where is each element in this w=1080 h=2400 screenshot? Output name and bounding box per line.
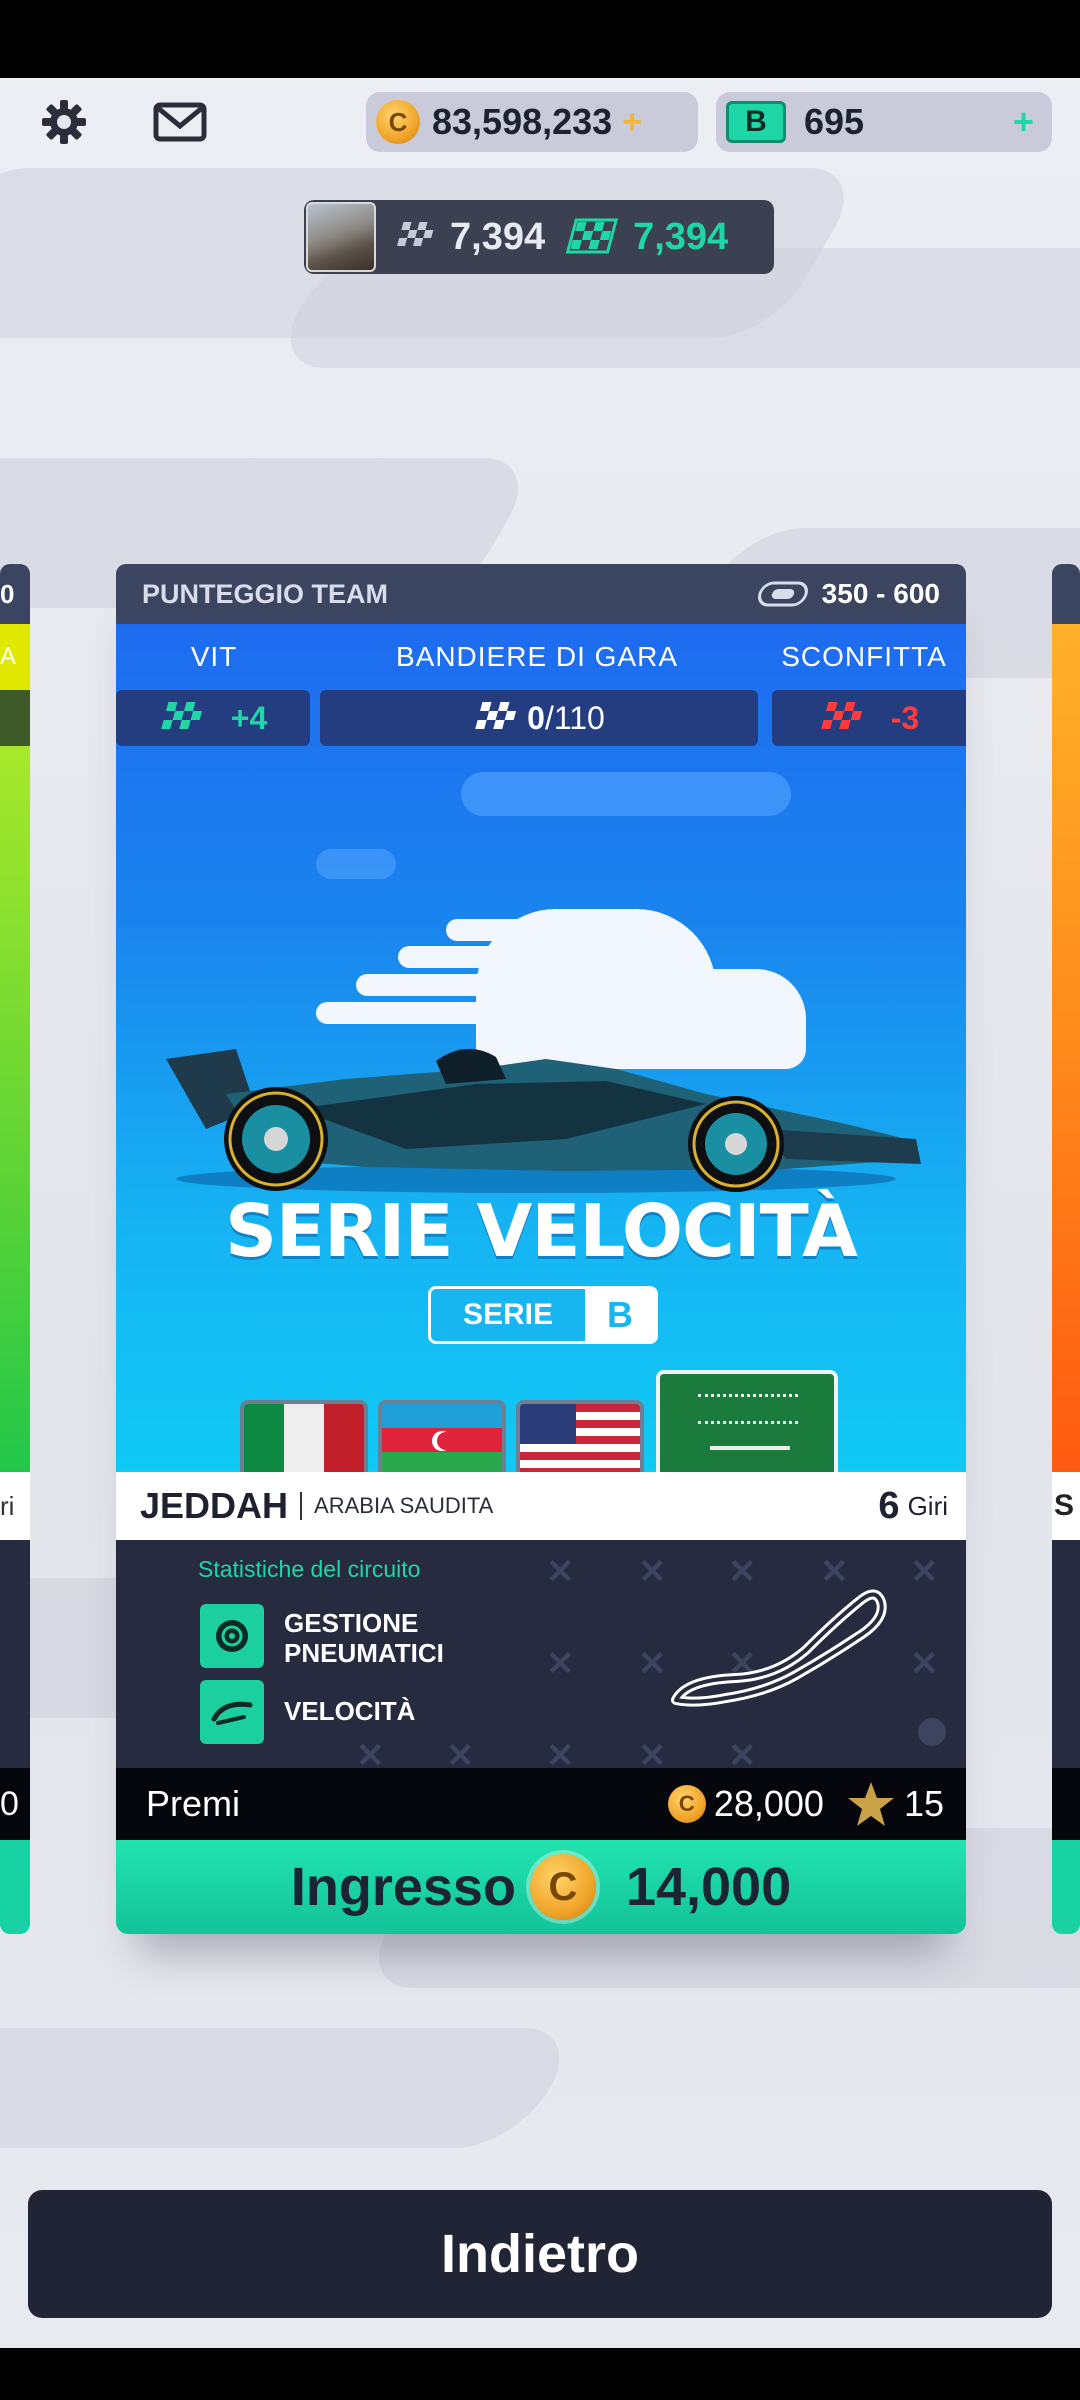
left-card-prize: 0 bbox=[0, 1768, 30, 1840]
win-label: VIT bbox=[190, 641, 238, 672]
stat-tyre-management: GESTIONE PNEUMATICI bbox=[284, 1608, 444, 1668]
entry-cost: 14,000 bbox=[625, 1857, 792, 1917]
checkered-flag-icon bbox=[475, 702, 517, 729]
coin-icon: C bbox=[667, 1785, 706, 1823]
settings-button[interactable] bbox=[32, 90, 96, 154]
coin-icon: C bbox=[529, 1854, 596, 1920]
italy-flag[interactable] bbox=[240, 1400, 368, 1472]
add-bucks-button[interactable]: + bbox=[1013, 101, 1034, 143]
checkered-flag-icon bbox=[397, 222, 434, 246]
race-flags-label: BANDIERE DI GARA bbox=[395, 641, 679, 672]
azerbaijan-flag[interactable] bbox=[378, 1400, 506, 1472]
laps-count: 6 bbox=[878, 1484, 900, 1527]
circuit-stats: ✕ ✕ ✕ ✕ ✕ ✕ ✕ ✕ ✕ ✕ ✕ ✕ ✕ ✕ Statistiche … bbox=[116, 1540, 966, 1768]
left-card-laps: ri bbox=[0, 1472, 30, 1540]
star-icon bbox=[847, 1782, 894, 1826]
series-label: SERIE bbox=[431, 1289, 585, 1341]
circuit-name: JEDDAH bbox=[140, 1485, 289, 1526]
right-card-name: S bbox=[1052, 1472, 1080, 1540]
flag-score: 7,394 bbox=[450, 215, 546, 258]
navigation-bar bbox=[0, 2348, 1080, 2400]
loss-value: -3 bbox=[890, 699, 920, 736]
coins-value: 83,598,233 bbox=[432, 101, 613, 142]
circuit-country: ARABIA SAUDITA bbox=[314, 1493, 494, 1518]
prizes-label: Premi bbox=[146, 1783, 241, 1824]
win-flags-box: +4 bbox=[116, 690, 310, 746]
bucks-counter[interactable]: B 695 + bbox=[716, 92, 1052, 152]
entry-label: Ingresso bbox=[290, 1857, 516, 1917]
divider bbox=[300, 1492, 303, 1520]
event-title: SERIE VELOCITÀ bbox=[225, 1189, 858, 1273]
event-card[interactable]: PUNTEGGIO TEAM 350 - 600 VIT BANDIERE DI… bbox=[116, 564, 966, 1934]
series-badge: SERIE B bbox=[428, 1286, 658, 1344]
checkered-flag-red-icon bbox=[820, 702, 862, 729]
right-event-card[interactable]: S bbox=[1052, 564, 1080, 1934]
circuit-info-bar: JEDDAH ARABIA SAUDITA 6 Giri bbox=[116, 1472, 966, 1540]
prize-stars: 15 bbox=[903, 1783, 944, 1824]
info-dot[interactable] bbox=[918, 1718, 946, 1746]
race-flags-total: /110 bbox=[544, 699, 605, 736]
car-score-icon bbox=[757, 581, 808, 607]
status-bar bbox=[0, 0, 1080, 78]
checkered-flag-green-icon bbox=[565, 218, 619, 254]
circuit-map-icon bbox=[671, 1589, 887, 1707]
f1-car-image bbox=[166, 1048, 921, 1193]
win-value: +4 bbox=[230, 699, 268, 736]
left-card-label: A bbox=[0, 624, 30, 690]
series-letter: B bbox=[607, 1294, 633, 1335]
stat-tyre-line1: GESTIONE bbox=[284, 1608, 419, 1638]
race-flags-box: 0 /110 bbox=[320, 690, 758, 746]
prizes-bar: Premi C 28,000 15 bbox=[116, 1768, 966, 1840]
laps-label: Giri bbox=[907, 1490, 948, 1521]
circuit-stats-title: Statistiche del circuito bbox=[198, 1556, 421, 1582]
left-event-card[interactable]: 0 A ri 0 bbox=[0, 564, 30, 1934]
loss-flags-box: -3 bbox=[772, 690, 966, 746]
coin-icon: C bbox=[376, 100, 420, 144]
race-flags-current: 0 bbox=[527, 699, 545, 736]
entry-button[interactable]: Ingresso C 14,000 bbox=[116, 1840, 966, 1934]
saudi-arabia-flag[interactable] bbox=[656, 1370, 838, 1472]
coins-counter[interactable]: C 83,598,233 + bbox=[366, 92, 698, 152]
team-score-label: PUNTEGGIO TEAM bbox=[142, 578, 389, 609]
team-score-range: 350 - 600 bbox=[821, 578, 940, 609]
stat-tyre-line2: PNEUMATICI bbox=[284, 1638, 444, 1668]
left-card-header: 0 bbox=[0, 564, 30, 624]
speed-icon bbox=[200, 1680, 264, 1744]
avatar bbox=[306, 202, 376, 272]
add-coins-button[interactable]: + bbox=[622, 103, 642, 142]
bucks-value: 695 bbox=[804, 101, 865, 142]
mail-icon bbox=[153, 102, 207, 142]
back-button[interactable]: Indietro bbox=[28, 2190, 1052, 2318]
flag-score-green: 7,394 bbox=[633, 215, 729, 258]
loss-label: SCONFITTA bbox=[781, 641, 947, 672]
usa-flag[interactable] bbox=[516, 1400, 644, 1472]
bucks-icon: B bbox=[726, 101, 786, 143]
stat-speed: VELOCITÀ bbox=[284, 1696, 416, 1726]
tyre-icon bbox=[200, 1604, 264, 1668]
mail-button[interactable] bbox=[148, 90, 212, 154]
checkered-flag-green-icon bbox=[160, 702, 202, 729]
event-hero: VIT BANDIERE DI GARA SCONFITTA +4 0 /110… bbox=[116, 624, 966, 1472]
top-bar: C 83,598,233 + B 695 + bbox=[0, 90, 1080, 154]
profile-summary[interactable]: 7,394 7,394 bbox=[304, 200, 774, 274]
gear-icon bbox=[42, 100, 86, 144]
team-score-bar: PUNTEGGIO TEAM 350 - 600 bbox=[116, 564, 966, 624]
prize-coins: 28,000 bbox=[713, 1783, 824, 1824]
